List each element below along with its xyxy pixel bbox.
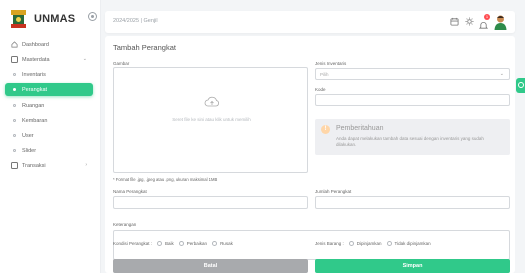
- bullet-icon: [13, 104, 16, 107]
- radio-perbaikan-label[interactable]: Perbaikan: [187, 241, 207, 246]
- document-icon: [11, 162, 18, 169]
- radio-baik[interactable]: [157, 241, 163, 246]
- sidebar-item-perangkat[interactable]: Perangkat: [5, 83, 93, 96]
- nama-perangkat-label: Nama Perangkat: [113, 189, 147, 194]
- brand[interactable]: UNMAS: [8, 8, 97, 30]
- radio-tidak-dipinjamkan[interactable]: [386, 241, 392, 246]
- image-format-note: * Format file .jpg, .jpeg atau .png, uku…: [113, 177, 218, 182]
- sidebar-item-masterdata[interactable]: Masterdata ⌄: [5, 53, 93, 66]
- sidebar-item-user[interactable]: User: [5, 129, 93, 142]
- kode-label: Kode: [315, 87, 326, 92]
- sidebar-item-label: Inventaris: [22, 71, 46, 78]
- sidebar-item-label: Perangkat: [22, 86, 48, 93]
- chevron-right-icon: ›: [85, 162, 87, 168]
- radio-dipinjamkan[interactable]: [348, 241, 354, 246]
- bullet-icon: [13, 88, 16, 91]
- sidebar-item-label: Slider: [22, 147, 37, 154]
- notification-button[interactable]: 1: [478, 14, 490, 29]
- radio-rusak-label[interactable]: Rusak: [220, 241, 233, 246]
- sidebar-item-label: Kembaran: [22, 117, 48, 124]
- jenis-barang-radio-group: Jenis Barang : Dipinjamkan Tidak dipinja…: [315, 241, 431, 246]
- save-button[interactable]: Simpan: [315, 259, 510, 273]
- sidebar-item-transaksi[interactable]: Transaksi ›: [5, 159, 93, 172]
- notice-title: Pemberitahuan: [336, 125, 384, 132]
- sidebar-item-label: User: [22, 132, 34, 139]
- nama-perangkat-input[interactable]: [113, 196, 308, 209]
- jenis-barang-label: Jenis Barang :: [315, 241, 344, 246]
- page-title: Tambah Perangkat: [113, 43, 176, 52]
- radio-dipinjamkan-label[interactable]: Dipinjamkan: [357, 241, 382, 246]
- university-logo: [11, 10, 26, 28]
- academic-period: 2024/2025 | Genjil: [113, 18, 158, 24]
- select-value: Pilih: [320, 71, 329, 77]
- sidebar-item-label: Masterdata: [22, 56, 50, 63]
- radio-perbaikan[interactable]: [178, 241, 184, 246]
- jumlah-perangkat-input[interactable]: [315, 196, 510, 209]
- notice-body: Anda dapat melakukan tambah data sesuai …: [336, 136, 484, 147]
- jumlah-perangkat-label: Jumlah Perangkat: [315, 189, 352, 194]
- top-header: 2024/2025 | Genjil 1: [105, 11, 515, 33]
- radio-baik-label[interactable]: Baik: [165, 241, 174, 246]
- sidebar-item-label: Transaksi: [22, 162, 46, 169]
- chevron-down-icon: ⌄: [82, 56, 87, 62]
- settings-float-button[interactable]: [516, 78, 525, 93]
- sidebar-item-ruangan[interactable]: Ruangan: [5, 99, 93, 112]
- warning-icon: [321, 125, 330, 134]
- keterangan-label: Keterangan: [113, 222, 137, 227]
- cloud-upload-icon: [204, 96, 219, 107]
- image-label: Gambar: [113, 61, 130, 66]
- calendar-icon[interactable]: [450, 17, 459, 26]
- sidebar: UNMAS Dashboard Masterdata ⌄ Inventaris …: [0, 0, 101, 273]
- dropzone-text: Seret file ke sini atau klik untuk memil…: [172, 117, 251, 122]
- notification-badge: 1: [484, 14, 490, 20]
- image-dropzone[interactable]: Seret file ke sini atau klik untuk memil…: [113, 67, 308, 173]
- sidebar-item-inventaris[interactable]: Inventaris: [5, 68, 93, 81]
- jenis-inventaris-select[interactable]: Pilih ⌄: [315, 68, 510, 80]
- radio-tidak-dipinjamkan-label[interactable]: Tidak dipinjamkan: [395, 241, 431, 246]
- avatar[interactable]: [493, 14, 508, 30]
- app-name: UNMAS: [34, 13, 76, 25]
- cancel-button[interactable]: Batal: [113, 259, 308, 273]
- kondisi-label: Kondisi Perangkat :: [113, 241, 153, 246]
- notice-box: Pemberitahuan Anda dapat melakukan tamba…: [315, 119, 510, 155]
- sun-icon[interactable]: [465, 17, 474, 26]
- bullet-icon: [13, 73, 16, 76]
- database-icon: [11, 56, 18, 63]
- sidebar-item-kembaran[interactable]: Kembaran: [5, 114, 93, 127]
- jenis-inventaris-label: Jenis Inventaris: [315, 61, 347, 66]
- sidebar-item-slider[interactable]: Slider: [5, 144, 93, 157]
- sidebar-item-label: Ruangan: [22, 102, 45, 109]
- radio-rusak[interactable]: [212, 241, 218, 246]
- bullet-icon: [13, 134, 16, 137]
- home-icon: [11, 41, 18, 48]
- bell-icon: [478, 22, 489, 29]
- form-card: Tambah Perangkat Gambar Seret file ke si…: [105, 36, 515, 273]
- kode-input[interactable]: [315, 94, 510, 106]
- sidebar-item-label: Dashboard: [22, 41, 49, 48]
- sidebar-item-dashboard[interactable]: Dashboard: [5, 38, 93, 51]
- bullet-icon: [13, 119, 16, 122]
- chevron-down-icon: ⌄: [499, 71, 504, 77]
- bullet-icon: [13, 149, 16, 152]
- kondisi-radio-group: Kondisi Perangkat : Baik Perbaikan Rusak: [113, 241, 233, 246]
- sidebar-toggle-icon[interactable]: [88, 12, 97, 21]
